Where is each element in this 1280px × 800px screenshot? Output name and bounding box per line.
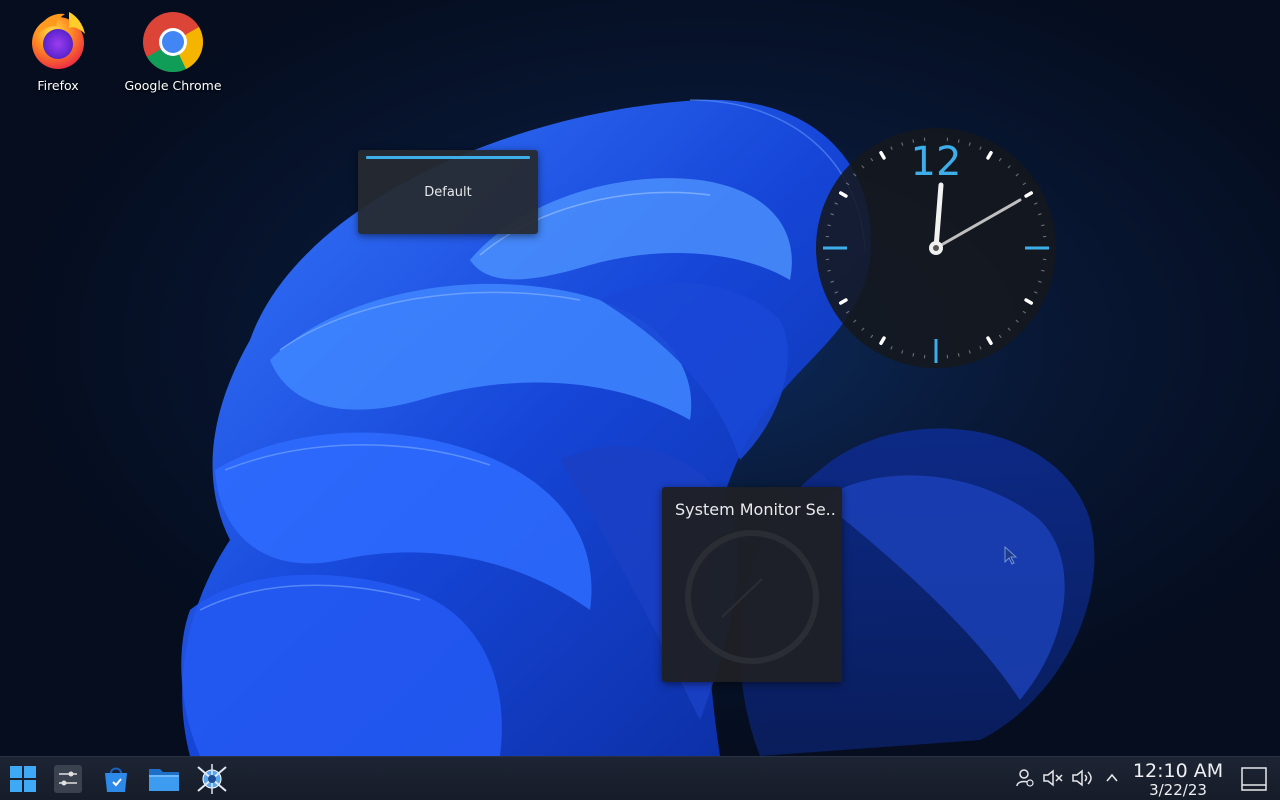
sensor-gauge bbox=[685, 530, 819, 664]
clock-numeral-12: 12 bbox=[911, 139, 962, 185]
user-icon bbox=[1016, 769, 1034, 787]
chrome-icon bbox=[140, 6, 206, 73]
minute-tick bbox=[830, 213, 834, 216]
network-globe-icon bbox=[197, 764, 227, 794]
folder-icon bbox=[149, 769, 179, 791]
minute-tick bbox=[901, 350, 904, 354]
show-desktop-button[interactable] bbox=[1240, 765, 1268, 793]
activity-switcher-widget[interactable]: Default bbox=[358, 150, 538, 234]
minute-tick bbox=[1041, 269, 1045, 272]
software-store-launcher[interactable] bbox=[99, 762, 133, 796]
taskbar: 12:10 AM 3/22/23 bbox=[0, 756, 1280, 800]
volume-icon bbox=[1072, 769, 1092, 787]
minute-tick bbox=[968, 142, 971, 146]
activity-name: Default bbox=[424, 185, 472, 200]
widget-title: System Monitor Se... bbox=[675, 500, 835, 519]
digital-clock[interactable]: 12:10 AM 3/22/23 bbox=[1128, 760, 1228, 798]
minute-tick bbox=[827, 269, 831, 272]
firefox-icon bbox=[25, 6, 91, 72]
mute-icon bbox=[1043, 769, 1063, 787]
desktop-icon-firefox[interactable]: Firefox bbox=[3, 6, 113, 93]
windows-logo-icon bbox=[10, 766, 36, 792]
minute-tick bbox=[901, 142, 904, 146]
desktop-wallpaper bbox=[0, 0, 1280, 756]
sliders-icon bbox=[54, 765, 82, 793]
minute-tick bbox=[830, 280, 834, 283]
file-manager-launcher[interactable] bbox=[147, 762, 181, 796]
active-indicator bbox=[366, 156, 530, 159]
chevron-up-icon bbox=[1106, 773, 1118, 782]
desktop-icon-label: Google Chrome bbox=[124, 78, 222, 93]
tray-user-status[interactable] bbox=[1012, 765, 1038, 791]
mouse-cursor bbox=[1004, 545, 1018, 570]
start-menu-button[interactable] bbox=[6, 762, 40, 796]
wallpaper-bloom bbox=[181, 99, 1095, 756]
tray-expand-button[interactable] bbox=[1099, 765, 1125, 791]
desktop-icon-label: Firefox bbox=[37, 78, 79, 93]
minute-tick bbox=[968, 350, 971, 354]
clock-face: 12 bbox=[816, 128, 1056, 368]
minute-tick bbox=[957, 353, 960, 357]
clock-date: 3/22/23 bbox=[1149, 781, 1207, 799]
minute-tick bbox=[1038, 213, 1042, 216]
minute-tick bbox=[827, 224, 831, 227]
show-desktop-icon bbox=[1241, 767, 1267, 791]
store-bag-icon bbox=[105, 767, 127, 792]
tray-microphone-muted[interactable] bbox=[1040, 765, 1066, 791]
system-monitor-widget[interactable]: System Monitor Se... bbox=[662, 487, 842, 682]
settings-launcher[interactable] bbox=[51, 762, 85, 796]
minute-tick bbox=[1041, 224, 1045, 227]
analog-clock-widget[interactable]: 12 bbox=[815, 127, 1057, 369]
minute-tick bbox=[912, 353, 915, 357]
minute-tick bbox=[1038, 280, 1042, 283]
desktop-icon-google-chrome[interactable]: Google Chrome bbox=[118, 6, 228, 93]
network-tool-launcher[interactable] bbox=[195, 762, 229, 796]
clock-time: 12:10 AM bbox=[1132, 760, 1224, 782]
tray-volume[interactable] bbox=[1070, 765, 1096, 791]
